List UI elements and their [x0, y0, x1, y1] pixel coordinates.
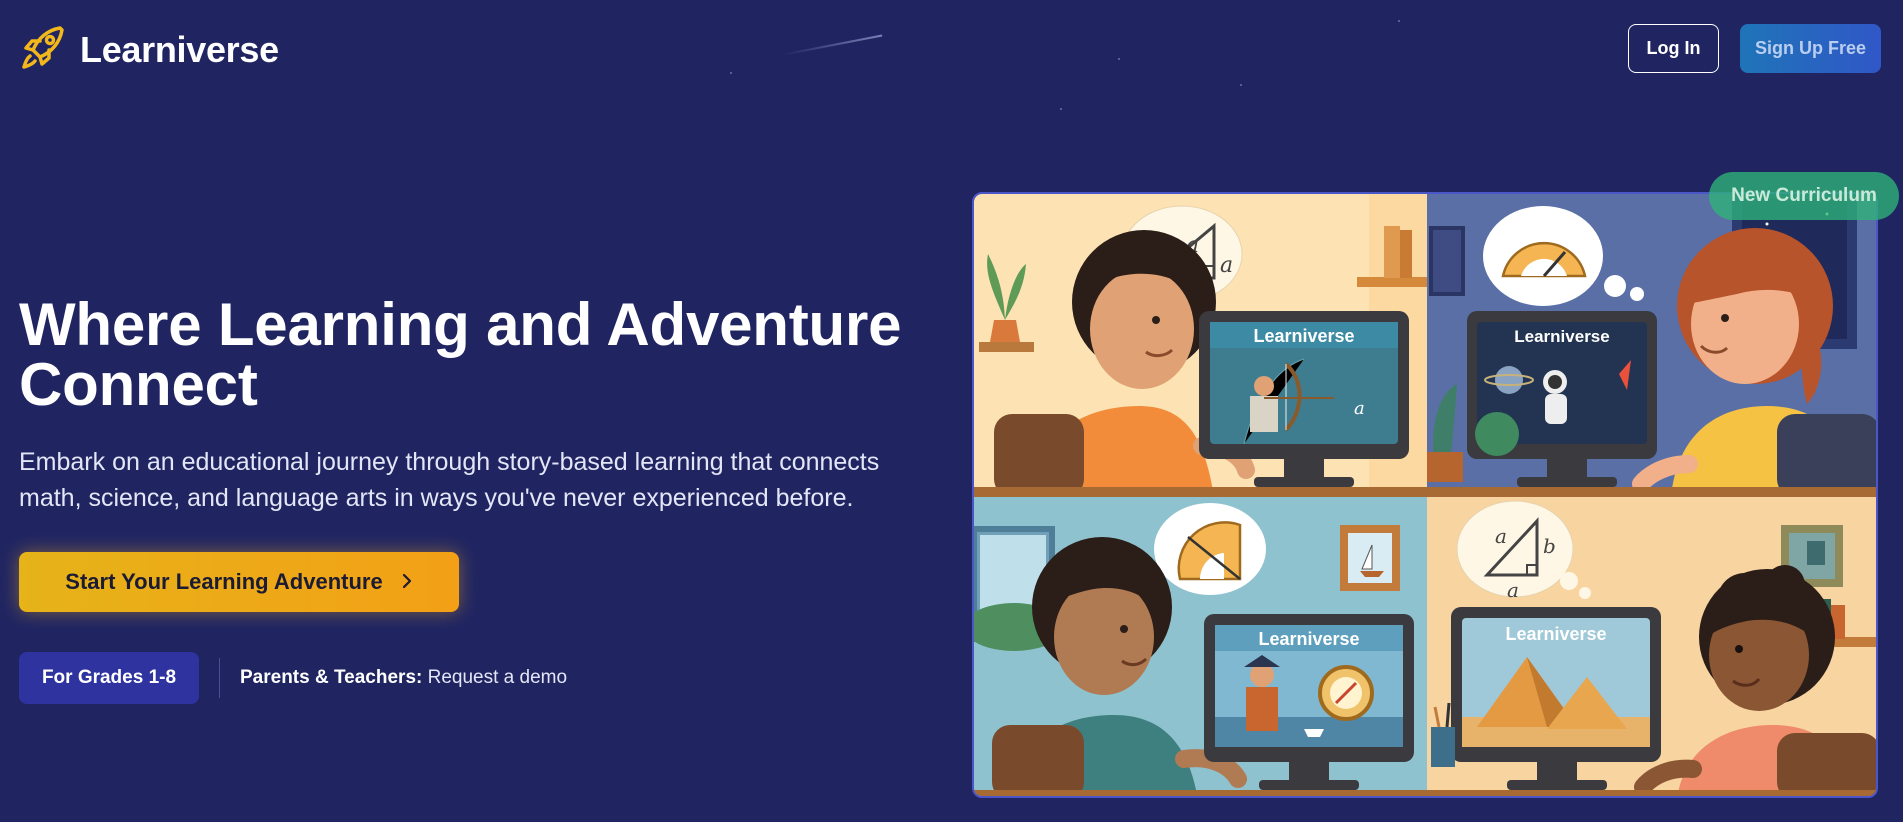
- svg-text:a: a: [1507, 578, 1519, 602]
- star-dot: [1240, 84, 1242, 86]
- login-button[interactable]: Log In: [1628, 24, 1719, 73]
- illustration-scene-1: a a Learniverse a: [974, 194, 1427, 497]
- screen-title: Learniverse: [1253, 326, 1354, 346]
- brand-logo[interactable]: Learniverse: [20, 24, 279, 75]
- grades-badge: For Grades 1-8: [19, 652, 199, 704]
- star-dot: [1398, 20, 1400, 22]
- star-dot: [1118, 58, 1120, 60]
- brand-name: Learniverse: [80, 28, 279, 70]
- demo-text: Request a demo: [427, 667, 568, 688]
- cta-label: Start Your Learning Adventure: [65, 569, 383, 594]
- hero-illustration: a a Learniverse a Learniverse Learnivers…: [972, 192, 1878, 798]
- demo-link[interactable]: Parents & Teachers: Request a demo: [240, 667, 567, 689]
- svg-text:a: a: [1354, 398, 1365, 419]
- screen-title: Learniverse: [1258, 629, 1359, 649]
- screen-title: Learniverse: [1505, 624, 1606, 644]
- illustration-scene-3: Learniverse: [974, 497, 1427, 796]
- hero-title: Where Learning and Adventure Connect: [19, 291, 902, 418]
- demo-label: Parents & Teachers:: [240, 667, 423, 688]
- screen-title: Learniverse: [1514, 327, 1609, 346]
- meteor-streak: [783, 34, 883, 56]
- rocket-icon: [20, 24, 66, 75]
- divider: [219, 658, 220, 698]
- svg-text:b: b: [1543, 534, 1556, 558]
- star-dot: [730, 72, 732, 74]
- chevron-right-icon: [401, 569, 413, 595]
- svg-text:a: a: [1495, 524, 1507, 548]
- hero-subtitle: Embark on an educational journey through…: [19, 448, 880, 512]
- start-adventure-button[interactable]: Start Your Learning Adventure: [19, 552, 459, 612]
- svg-text:a: a: [1220, 253, 1233, 278]
- signup-button[interactable]: Sign Up Free: [1740, 24, 1881, 73]
- star-dot: [1060, 108, 1062, 110]
- illustration-scene-2: Learniverse: [1427, 194, 1876, 497]
- new-curriculum-badge: New Curriculum: [1709, 172, 1899, 220]
- illustration-scene-4: a b a Learniverse: [1427, 497, 1876, 796]
